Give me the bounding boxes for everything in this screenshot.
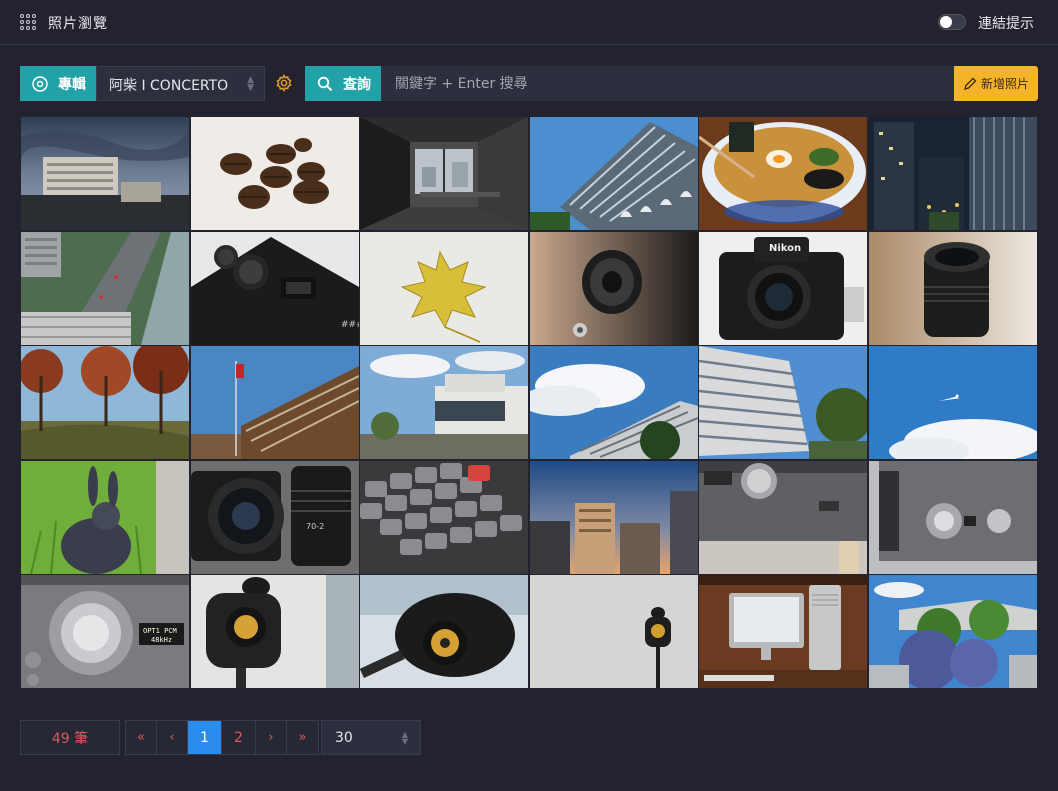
photo-grid: ### Nikon 70-2 OPT1 PCM48kHz bbox=[21, 117, 1038, 700]
add-photo-label: 新增照片 bbox=[980, 77, 1029, 91]
photo-autumn-trees[interactable] bbox=[21, 346, 189, 459]
photo-camera-lenses[interactable]: 70-2 bbox=[190, 460, 359, 574]
photo-rabbit-grass[interactable] bbox=[21, 460, 189, 574]
photo-glass-building[interactable] bbox=[529, 117, 698, 230]
photo-speaker-closeup[interactable] bbox=[360, 575, 529, 688]
search-input[interactable] bbox=[381, 66, 954, 101]
photo-garden-flowers[interactable] bbox=[868, 575, 1037, 688]
photo-camera-lens[interactable] bbox=[868, 231, 1037, 345]
photo-airplane-sky[interactable] bbox=[868, 346, 1037, 459]
photo-night-city[interactable] bbox=[868, 117, 1037, 230]
photo-amplifier-knob[interactable] bbox=[699, 460, 868, 574]
album-select[interactable]: 阿柴 I CONCERTO ▲ ▼ bbox=[96, 66, 265, 101]
first-page-button[interactable]: « bbox=[126, 721, 157, 754]
photo-sunset-city[interactable] bbox=[529, 460, 698, 574]
toggle-knob bbox=[940, 16, 952, 28]
disc-icon bbox=[32, 75, 48, 92]
album-select-value: 阿柴 I CONCERTO bbox=[109, 78, 229, 94]
link-hint-label: 連結提示 bbox=[978, 16, 1034, 32]
photo-street-aerial[interactable] bbox=[21, 231, 189, 345]
total-count: 49 筆 bbox=[20, 720, 120, 755]
query-label-tag: 查詢 bbox=[305, 66, 381, 101]
album-label: 專輯 bbox=[58, 76, 86, 93]
query-label: 查詢 bbox=[343, 76, 371, 93]
photo-empty-room[interactable] bbox=[360, 117, 529, 230]
photo-camera-dials[interactable]: ### bbox=[190, 231, 359, 345]
album-label-tag: 專輯 bbox=[20, 66, 96, 101]
photo-amplifier-display[interactable]: OPT1 PCM 48kHz bbox=[21, 575, 189, 688]
page-button-1[interactable]: 1 bbox=[188, 721, 222, 754]
svg-text:48kHz: 48kHz bbox=[151, 636, 172, 644]
photo-keyboard[interactable] bbox=[360, 460, 529, 574]
select-caret-icon: ▲ ▼ bbox=[401, 730, 408, 746]
photo-yellow-leaf[interactable] bbox=[360, 231, 529, 345]
prev-page-button[interactable]: ‹ bbox=[157, 721, 188, 754]
photo-amplifier-front[interactable] bbox=[868, 460, 1037, 574]
grid-menu-icon[interactable] bbox=[20, 14, 36, 30]
page-button-2[interactable]: 2 bbox=[222, 721, 256, 754]
photo-modern-house[interactable] bbox=[360, 346, 529, 459]
per-page-value: 30 bbox=[335, 730, 353, 746]
svg-text:70-2: 70-2 bbox=[306, 522, 324, 531]
pencil-icon bbox=[964, 77, 977, 90]
add-photo-button[interactable]: 新增照片 bbox=[954, 66, 1038, 101]
photo-coffee-beans[interactable] bbox=[190, 117, 359, 230]
select-caret-icon: ▲ ▼ bbox=[247, 75, 254, 93]
per-page-select[interactable]: 30 ▲ ▼ bbox=[321, 720, 421, 755]
photo-computer-desk[interactable] bbox=[699, 575, 868, 688]
link-hint-toggle[interactable] bbox=[938, 14, 966, 30]
top-bar: 照片瀏覽 連結提示 bbox=[0, 0, 1058, 45]
photo-city-skyline[interactable] bbox=[21, 117, 189, 230]
last-page-button[interactable]: » bbox=[287, 721, 318, 754]
photo-condo-clouds[interactable] bbox=[529, 346, 698, 459]
svg-text:OPT1 PCM: OPT1 PCM bbox=[143, 627, 177, 635]
photo-speaker-white-wall[interactable] bbox=[529, 575, 698, 688]
photo-condo-tower[interactable] bbox=[699, 346, 868, 459]
page-title: 照片瀏覽 bbox=[48, 16, 108, 32]
photo-ramen-bowl[interactable] bbox=[699, 117, 868, 230]
pagination: « ‹ 1 2 › » bbox=[125, 720, 319, 755]
photo-flag-building[interactable] bbox=[190, 346, 359, 459]
search-icon bbox=[317, 76, 333, 91]
photo-nikon-camera[interactable]: Nikon bbox=[699, 231, 868, 345]
gear-icon[interactable] bbox=[275, 74, 293, 92]
photo-speaker-driver[interactable] bbox=[529, 231, 698, 345]
svg-text:###: ### bbox=[341, 320, 359, 330]
svg-text:Nikon: Nikon bbox=[769, 243, 801, 254]
photo-speaker-stand[interactable] bbox=[190, 575, 359, 688]
next-page-button[interactable]: › bbox=[256, 721, 287, 754]
